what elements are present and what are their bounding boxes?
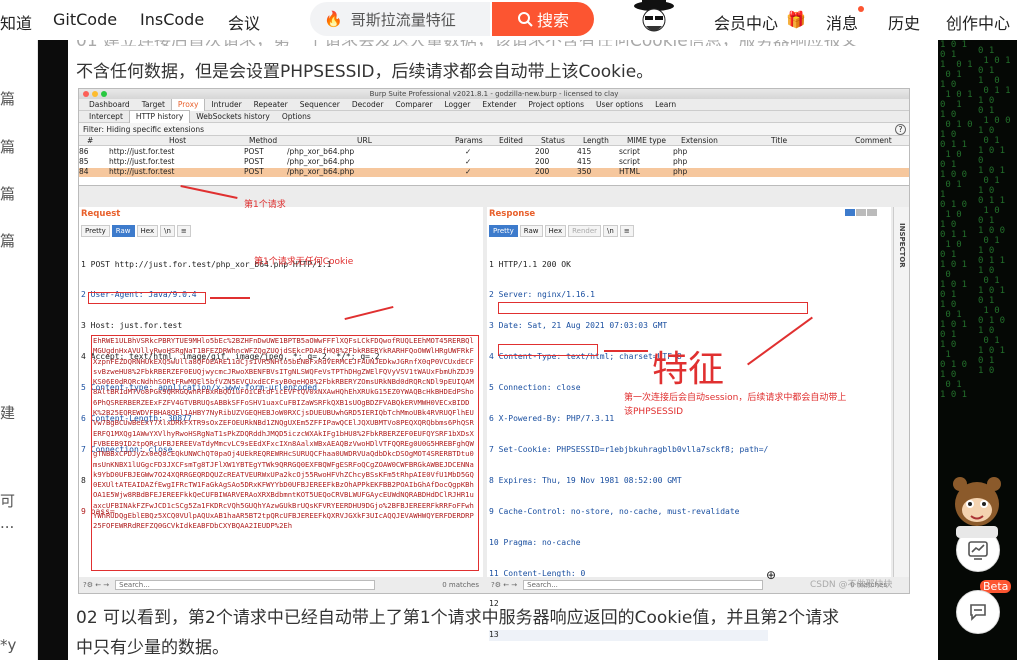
inspector-panel[interactable]: INSPECTOR xyxy=(893,207,909,577)
nav-item-meeting[interactable]: 会议 xyxy=(228,10,260,34)
chat-icon[interactable] xyxy=(956,590,1000,634)
view-menu[interactable]: ≡ xyxy=(176,225,191,237)
burp-proxy-tabs: Intercept HTTP history WebSockets histor… xyxy=(79,110,909,123)
view-newline[interactable]: \n xyxy=(603,225,618,237)
nav-item-inscode[interactable]: InsCode xyxy=(140,10,204,29)
sidebar-item[interactable]: ... xyxy=(0,514,14,532)
annotation-no-cookie: 第1个请求无任何Cookie xyxy=(254,257,354,267)
layout-toggle[interactable] xyxy=(845,209,877,216)
top-navbar: 知道 GitCode InsCode 会议 🔥 哥斯拉流量特征 搜索 会员中心 … xyxy=(0,0,1017,40)
background-strip xyxy=(38,40,68,660)
table-row[interactable]: 85 http://just.for.test POST/php_xor_b64.p… xyxy=(79,158,909,166)
highlight-response-length xyxy=(498,344,598,356)
view-pretty[interactable]: Pretty xyxy=(489,225,518,237)
avatar[interactable] xyxy=(632,0,676,40)
annotation-session-note: 第一次连接后会自动session，后续请求中都会自动带上 xyxy=(624,393,847,403)
nav-creation-center[interactable]: 创作中心 xyxy=(946,10,1010,34)
nav-member-center[interactable]: 会员中心 xyxy=(714,10,778,34)
tab-options[interactable]: Options xyxy=(276,111,317,123)
notification-dot xyxy=(858,6,864,12)
table-header: # Host Method URL Params Edited Status L… xyxy=(79,136,909,146)
tab-intruder[interactable]: Intruder xyxy=(205,99,247,111)
annotation-first-request: 第1个请求 xyxy=(244,200,286,210)
view-newline[interactable]: \n xyxy=(160,225,175,237)
mascot-icon[interactable] xyxy=(944,470,1010,540)
nav-item-gitcode[interactable]: GitCode xyxy=(53,10,117,29)
search-input[interactable]: 🔥 哥斯拉流量特征 xyxy=(310,2,490,36)
article-paragraph: 中只有少量的数据。 xyxy=(76,638,229,658)
tab-target[interactable]: Target xyxy=(136,99,171,111)
table-row[interactable]: 86 http://just.for.test POST/php_xor_b64.p… xyxy=(79,148,909,156)
nav-buttons-icon[interactable]: ?⚙ ← → xyxy=(83,581,109,589)
response-view-tabs: Pretty Raw Hex Render \n ≡ xyxy=(489,225,634,237)
tab-learn[interactable]: Learn xyxy=(649,99,682,111)
highlight-content-length xyxy=(88,292,206,304)
help-icon[interactable]: ? xyxy=(895,124,906,135)
request-title: Request xyxy=(81,209,121,219)
nav-messages[interactable]: 消息 xyxy=(826,10,858,34)
arrow xyxy=(604,350,648,352)
sidebar-item[interactable]: 可 xyxy=(0,490,15,511)
search-button[interactable]: 搜索 xyxy=(492,2,594,36)
gift-icon: 🎁 xyxy=(786,10,806,29)
tab-websockets-history[interactable]: WebSockets history xyxy=(190,111,276,123)
filter-bar[interactable]: Filter: Hiding specific extensions? xyxy=(79,123,909,136)
tab-http-history[interactable]: HTTP history xyxy=(128,110,191,123)
tab-comparer[interactable]: Comparer xyxy=(389,99,438,111)
view-render[interactable]: Render xyxy=(568,225,602,237)
request-search-input[interactable]: Search... xyxy=(115,580,376,590)
tab-dashboard[interactable]: Dashboard xyxy=(83,99,136,111)
left-sidebar: 篇 篇 篇 篇 建 可 ... *y xyxy=(0,40,38,660)
table-row-selected[interactable]: 84 http://just.for.test POST/php_xor_b64.p… xyxy=(79,168,909,177)
tab-extender[interactable]: Extender xyxy=(476,99,522,111)
view-pretty[interactable]: Pretty xyxy=(81,225,110,237)
view-menu[interactable]: ≡ xyxy=(619,225,634,237)
tab-logger[interactable]: Logger xyxy=(439,99,477,111)
highlight-set-cookie xyxy=(498,302,808,314)
request-body[interactable]: EhRWE1ULBhVSRkcPBRYTUE9MHlo5bEc%2BZHFnDw… xyxy=(91,335,479,571)
sidebar-item[interactable]: 篇 xyxy=(0,136,15,157)
view-hex[interactable]: Hex xyxy=(544,225,567,237)
burp-suite-window: Burp Suite Professional v2021.8.1 - godz… xyxy=(78,88,910,641)
request-search-bar: ?⚙ ← → Search... 0 matches xyxy=(79,577,483,593)
cursor-icon: ⊕ xyxy=(766,568,777,582)
tab-sequencer[interactable]: Sequencer xyxy=(294,99,346,111)
sidebar-item[interactable]: 建 xyxy=(0,402,15,423)
sidebar-item[interactable]: 篇 xyxy=(0,230,15,251)
search-icon xyxy=(517,12,533,27)
sidebar-item[interactable]: *y xyxy=(0,636,16,654)
sidebar-item[interactable]: 篇 xyxy=(0,183,15,204)
view-raw[interactable]: Raw xyxy=(519,225,543,237)
burp-title: Burp Suite Professional v2021.8.1 - godz… xyxy=(369,90,619,98)
tab-decoder[interactable]: Decoder xyxy=(346,99,390,111)
request-view-tabs: Pretty Raw Hex \n ≡ xyxy=(81,225,191,237)
tab-project-options[interactable]: Project options xyxy=(522,99,590,111)
burp-titlebar: Burp Suite Professional v2021.8.1 - godz… xyxy=(79,89,909,99)
article-paragraph: 不含任何数据，但是会设置PHPSESSID，后续请求都会自动带上该Cookie。 xyxy=(76,62,654,82)
annotation-feature: 特征 xyxy=(652,349,725,390)
tab-user-options[interactable]: User options xyxy=(590,99,649,111)
annotation-session-note: 该PHPSESSID xyxy=(624,407,684,417)
arrow xyxy=(210,297,250,299)
watermark: CSDN @不做那块块 xyxy=(810,580,893,590)
nav-buttons-icon[interactable]: ?⚙ ← → xyxy=(491,581,517,589)
nav-history[interactable]: 历史 xyxy=(888,10,920,34)
history-table: # Host Method URL Params Edited Status L… xyxy=(79,136,909,186)
burp-main-tabs: Dashboard Target Proxy Intruder Repeater… xyxy=(79,98,909,111)
sidebar-item[interactable]: 篇 xyxy=(0,88,15,109)
view-hex[interactable]: Hex xyxy=(136,225,159,237)
fire-icon: 🔥 xyxy=(324,10,343,28)
nav-item-zhidao[interactable]: 知道 xyxy=(0,10,32,34)
tab-repeater[interactable]: Repeater xyxy=(248,99,294,111)
response-title: Response xyxy=(489,209,536,219)
view-raw[interactable]: Raw xyxy=(111,225,135,237)
tab-intercept[interactable]: Intercept xyxy=(83,111,129,123)
request-matches: 0 matches xyxy=(442,581,479,589)
response-search-input[interactable]: Search... xyxy=(523,580,764,590)
